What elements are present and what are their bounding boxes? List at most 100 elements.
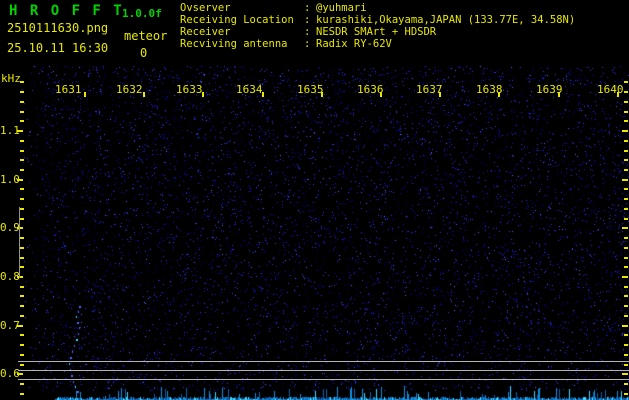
freq-unit-label: kHz [1, 72, 21, 85]
info-label: Recviving antenna [180, 38, 288, 50]
freq-tick-label: 1.0 [0, 173, 20, 186]
freq-major-tick-right [622, 373, 628, 375]
hrofft-window: kHz 1.1 1.0 0.9 0.8 0.7 0.6 1631 1632 1633 1634 16… [0, 0, 629, 400]
freq-minor-tick [20, 364, 24, 366]
freq-minor-tick [20, 257, 24, 259]
info-separator: : [304, 14, 311, 26]
freq-minor-tick [20, 393, 24, 395]
freq-major-tick [17, 179, 23, 181]
time-label: 1631 [55, 83, 82, 96]
freq-minor-tick [20, 159, 24, 161]
time-minute-tick [143, 92, 145, 97]
time-label: 1632 [116, 83, 143, 96]
freq-major-tick [17, 227, 23, 229]
reference-line [18, 370, 629, 371]
freq-minor-tick-right [624, 334, 628, 336]
freq-minor-tick [20, 315, 24, 317]
freq-minor-tick-right [624, 383, 628, 385]
freq-minor-tick-right [624, 266, 628, 268]
freq-minor-tick [20, 81, 24, 83]
time-label: 1634 [236, 83, 263, 96]
time-minute-tick [617, 92, 619, 97]
freq-minor-tick-right [624, 198, 628, 200]
freq-major-tick [17, 130, 23, 132]
time-label: 1635 [297, 83, 324, 96]
freq-minor-tick-right [624, 101, 628, 103]
freq-minor-tick-right [624, 354, 628, 356]
time-minute-tick [439, 92, 441, 97]
info-value: Radix RY-62V [316, 38, 392, 50]
freq-minor-tick-right [624, 237, 628, 239]
time-label: 1640 [597, 83, 624, 96]
freq-major-tick-right [622, 179, 628, 181]
freq-minor-tick [20, 188, 24, 190]
spectrogram-noise-canvas [0, 0, 629, 400]
freq-minor-tick [20, 169, 24, 171]
freq-minor-tick [20, 101, 24, 103]
freq-minor-tick [20, 237, 24, 239]
freq-minor-tick [20, 344, 24, 346]
freq-minor-tick-right [624, 295, 628, 297]
info-value: NESDR SMArt + HDSDR [316, 26, 437, 38]
freq-minor-tick-right [624, 188, 628, 190]
time-minute-tick [558, 92, 560, 97]
meteor-counter-value: 0 [140, 46, 148, 60]
freq-minor-tick-right [624, 91, 628, 93]
freq-minor-tick-right [624, 208, 628, 210]
station-info-row: Receiving Location: kurashiki,Okayama,JAP… [180, 14, 575, 26]
freq-minor-tick-right [624, 140, 628, 142]
info-separator: : [304, 38, 311, 50]
info-separator: : [304, 2, 311, 14]
freq-minor-tick [20, 111, 24, 113]
freq-minor-tick [20, 247, 24, 249]
freq-tick-label: 1.1 [0, 124, 20, 137]
spectrogram-plot: kHz 1.1 1.0 0.9 0.8 0.7 0.6 1631 1632 1633 1634 16… [0, 0, 629, 400]
info-label: Ovserver [180, 2, 231, 14]
freq-tick-label: 0.6 [0, 367, 20, 380]
time-minute-tick [262, 92, 264, 97]
freq-tick-label: 0.8 [0, 270, 20, 283]
info-value: kurashiki,Okayama,JAPAN (133.77E, 34.58N… [316, 14, 576, 26]
freq-minor-tick [20, 266, 24, 268]
info-value: @yuhmari [316, 2, 367, 14]
freq-minor-tick [20, 334, 24, 336]
freq-minor-tick [20, 120, 24, 122]
freq-minor-tick-right [624, 111, 628, 113]
info-separator: : [304, 26, 311, 38]
freq-major-tick-right [622, 130, 628, 132]
time-minute-tick [84, 92, 86, 97]
freq-minor-tick-right [624, 286, 628, 288]
station-info-block: Ovserver: @yuhmari Receiving Location: kura… [180, 2, 575, 50]
freq-minor-tick-right [624, 159, 628, 161]
freq-minor-tick-right [624, 247, 628, 249]
freq-minor-tick-right [624, 218, 628, 220]
reference-line [18, 361, 629, 362]
record-datetime: 25.10.11 16:30 [7, 41, 109, 55]
freq-minor-tick [20, 354, 24, 356]
freq-minor-tick [20, 150, 24, 152]
freq-minor-tick [20, 305, 24, 307]
freq-minor-tick-right [624, 315, 628, 317]
freq-minor-tick [20, 91, 24, 93]
freq-minor-tick [20, 218, 24, 220]
scale-marker-bar [19, 207, 20, 278]
reference-line [18, 379, 629, 380]
freq-minor-tick-right [624, 305, 628, 307]
freq-minor-tick-right [624, 81, 628, 83]
freq-minor-tick-right [624, 344, 628, 346]
freq-major-tick-right [622, 276, 628, 278]
freq-major-tick [17, 325, 23, 327]
freq-minor-tick-right [624, 364, 628, 366]
freq-major-tick [17, 276, 23, 278]
freq-tick-label: 0.7 [0, 319, 20, 332]
freq-minor-tick [20, 140, 24, 142]
freq-minor-tick [20, 383, 24, 385]
station-info-row: Recviving antenna: Radix RY-62V [180, 38, 575, 50]
app-version: 1.0.0f [122, 7, 162, 20]
time-label: 1633 [176, 83, 203, 96]
time-minute-tick [321, 92, 323, 97]
freq-minor-tick-right [624, 169, 628, 171]
app-title: H R O F F T [9, 3, 124, 19]
freq-minor-tick [20, 295, 24, 297]
freq-minor-tick-right [624, 120, 628, 122]
